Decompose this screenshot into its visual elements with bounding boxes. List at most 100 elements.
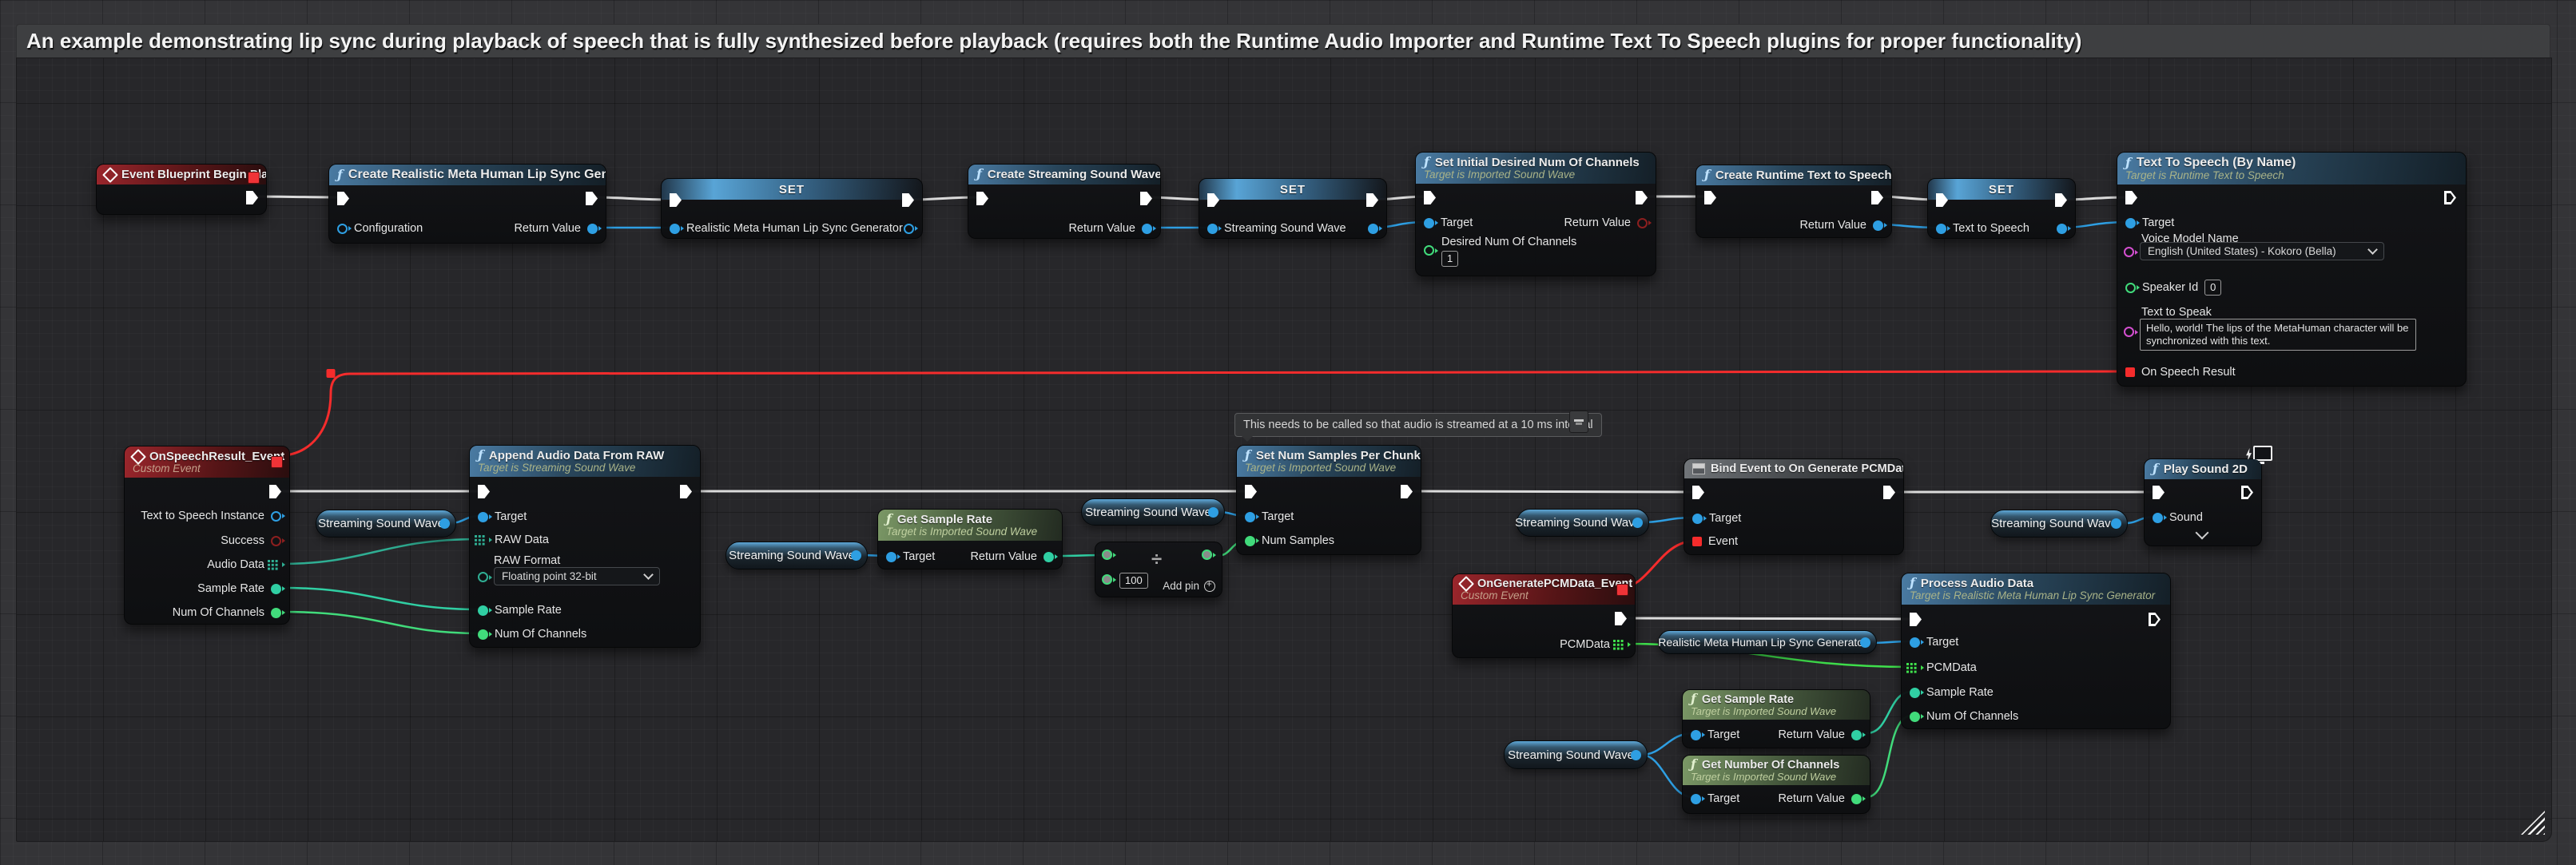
node-comment-bubble[interactable]: This needs to be called so that audio is… (1234, 413, 1602, 437)
node-get-sample-rate[interactable]: Get Sample Rate Target is Imported Sound… (877, 509, 1063, 569)
exec-out-pin[interactable] (680, 485, 692, 498)
variable-out-pin[interactable] (1632, 518, 1643, 528)
node-ongeneratepcmdata-event[interactable]: OnGeneratePCMData_Event Custom Event PCM… (1452, 573, 1636, 658)
variable-out-pin[interactable] (851, 550, 861, 561)
voice-model-dropdown[interactable]: English (United States) - Kokoro (Bella) (2140, 242, 2384, 260)
exec-out-pin[interactable] (1615, 612, 1627, 625)
variable-out-pin[interactable] (1208, 507, 1218, 518)
target-pin[interactable] (2125, 218, 2136, 228)
exec-out-pin[interactable] (1636, 191, 1648, 204)
sound-pin[interactable] (2153, 513, 2163, 523)
exec-out-pin[interactable] (1140, 192, 1152, 205)
getter-streaming-sound-wave[interactable]: Streaming Sound Wave (725, 542, 868, 569)
getter-streaming-sound-wave[interactable]: Streaming Sound Wave (316, 510, 456, 538)
node-event-begin-play[interactable]: Event Blueprint Begin Play (96, 164, 267, 215)
target-pin[interactable] (1245, 512, 1255, 522)
voice-model-name-pin[interactable] (2124, 247, 2134, 257)
variable-in-pin[interactable] (1936, 224, 1946, 234)
exec-in-pin[interactable] (1910, 613, 1922, 626)
node-process-audio-data[interactable]: Process Audio Data Target is Realistic M… (1901, 573, 2171, 729)
node-set-realistic-generator[interactable]: SET Realistic Meta Human Lip Sync Genera… (661, 178, 923, 239)
getter-streaming-sound-wave[interactable]: Streaming Sound Wave (1517, 509, 1649, 537)
variable-out-pin[interactable] (2111, 518, 2121, 529)
exec-in-pin[interactable] (2125, 191, 2137, 204)
node-get-sample-rate-bottom[interactable]: Get Sample Rate Target is Imported Sound… (1682, 689, 1870, 748)
getter-streaming-sound-wave[interactable]: Streaming Sound Wave (1081, 498, 1225, 526)
exec-out-pin[interactable] (269, 485, 281, 498)
return-value-pin[interactable] (1873, 220, 1883, 231)
exec-out-pin[interactable] (586, 192, 598, 205)
exec-in-pin[interactable] (1704, 191, 1716, 204)
exec-in-pin[interactable] (1245, 485, 1257, 498)
target-pin[interactable] (1910, 637, 1920, 648)
add-pin-button[interactable]: Add pin (1163, 580, 1215, 592)
sample-rate-pin[interactable] (478, 605, 488, 616)
audio-data-pin[interactable] (271, 560, 281, 570)
exec-out-pin[interactable] (2149, 613, 2161, 626)
delegate-square-pin[interactable] (271, 456, 283, 468)
bubble-pin-icon[interactable] (1569, 411, 1588, 433)
comment-title-bar[interactable]: An example demonstrating lip sync during… (16, 24, 2550, 58)
variable-in-pin[interactable] (670, 224, 680, 234)
text-to-speak-pin[interactable] (2124, 327, 2134, 337)
configuration-pin[interactable] (337, 224, 348, 234)
return-value-pin[interactable] (587, 224, 598, 234)
node-set-text-to-speech[interactable]: SET Text to Speech (1927, 178, 2076, 239)
pcmdata-pin[interactable] (1910, 663, 1920, 673)
node-text-to-speech-by-name[interactable]: Text To Speech (By Name) Target is Runti… (2117, 152, 2467, 387)
success-pin[interactable] (271, 536, 281, 546)
pcmdata-pin[interactable] (1616, 640, 1627, 650)
comment-resize-grip[interactable] (2521, 811, 2545, 835)
variable-out-pin[interactable] (1368, 224, 1378, 234)
node-bind-event-to-on-generate-pcmdata[interactable]: Bind Event to On Generate PCMData Target… (1684, 458, 1904, 555)
exec-in-pin[interactable] (2153, 486, 2165, 499)
node-set-num-samples-per-chunk[interactable]: Set Num Samples Per Chunk Target is Impo… (1236, 445, 1421, 555)
num-channels-pin[interactable] (1910, 712, 1920, 722)
num-samples-pin[interactable] (1245, 536, 1255, 546)
exec-out-pin[interactable] (2444, 191, 2456, 204)
raw-format-dropdown[interactable]: Floating point 32-bit (494, 567, 660, 585)
target-pin[interactable] (1424, 218, 1434, 228)
node-create-realistic-generator[interactable]: Create Realistic Meta Human Lip Sync Gen… (328, 164, 606, 244)
node-set-initial-desired-num-channels[interactable]: Set Initial Desired Num Of Channels Targ… (1415, 152, 1656, 276)
return-value-pin[interactable] (1851, 794, 1862, 804)
exec-out-pin[interactable] (1871, 191, 1883, 204)
variable-out-pin[interactable] (904, 224, 914, 234)
sample-rate-pin[interactable] (271, 584, 281, 594)
variable-out-pin[interactable] (2057, 224, 2067, 234)
return-value-pin[interactable] (1637, 218, 1648, 228)
event-pin[interactable] (1692, 537, 1702, 546)
exec-out-pin[interactable] (1883, 486, 1895, 499)
sample-rate-pin[interactable] (1910, 688, 1920, 698)
expand-node-chevron-icon[interactable] (2196, 526, 2209, 540)
divide-input-a-pin[interactable] (1102, 550, 1112, 560)
variable-in-pin[interactable] (1207, 224, 1218, 234)
node-create-streaming-sound-wave[interactable]: Create Streaming Sound Wave Return Value (968, 164, 1161, 239)
target-pin[interactable] (1691, 730, 1701, 740)
exec-in-pin[interactable] (976, 192, 988, 205)
tts-instance-pin[interactable] (271, 511, 281, 522)
exec-in-pin[interactable] (1692, 486, 1704, 499)
node-set-streaming-sound-wave[interactable]: SET Streaming Sound Wave (1199, 178, 1387, 239)
getter-realistic-generator[interactable]: Realistic Meta Human Lip Sync Generator (1658, 630, 1877, 654)
speaker-id-pin[interactable] (2125, 283, 2136, 293)
return-value-pin[interactable] (1851, 730, 1862, 740)
exec-in-pin[interactable] (478, 485, 490, 498)
variable-out-pin[interactable] (1860, 637, 1870, 648)
return-value-pin[interactable] (1142, 224, 1152, 234)
target-pin[interactable] (1692, 514, 1703, 524)
divide-output-pin[interactable] (1202, 550, 1212, 560)
node-append-audio-data-from-raw[interactable]: Append Audio Data From RAW Target is Str… (469, 445, 701, 648)
delegate-square-pin[interactable] (1616, 584, 1628, 596)
exec-in-pin[interactable] (337, 192, 349, 205)
target-pin[interactable] (1691, 794, 1701, 804)
node-divide[interactable]: 100 ÷ Add pin (1095, 542, 1222, 597)
node-play-sound-2d[interactable]: Play Sound 2D Sound (2144, 458, 2262, 546)
getter-streaming-sound-wave[interactable]: Streaming Sound Wave (1504, 740, 1648, 769)
exec-in-pin[interactable] (1424, 191, 1436, 204)
blueprint-graph-canvas[interactable]: An example demonstrating lip sync during… (0, 0, 2576, 865)
raw-data-pin[interactable] (478, 535, 488, 546)
variable-out-pin[interactable] (439, 518, 450, 529)
num-channels-pin[interactable] (271, 608, 281, 618)
text-to-speak-input[interactable]: Hello, world! The lips of the MetaHuman … (2140, 319, 2416, 351)
